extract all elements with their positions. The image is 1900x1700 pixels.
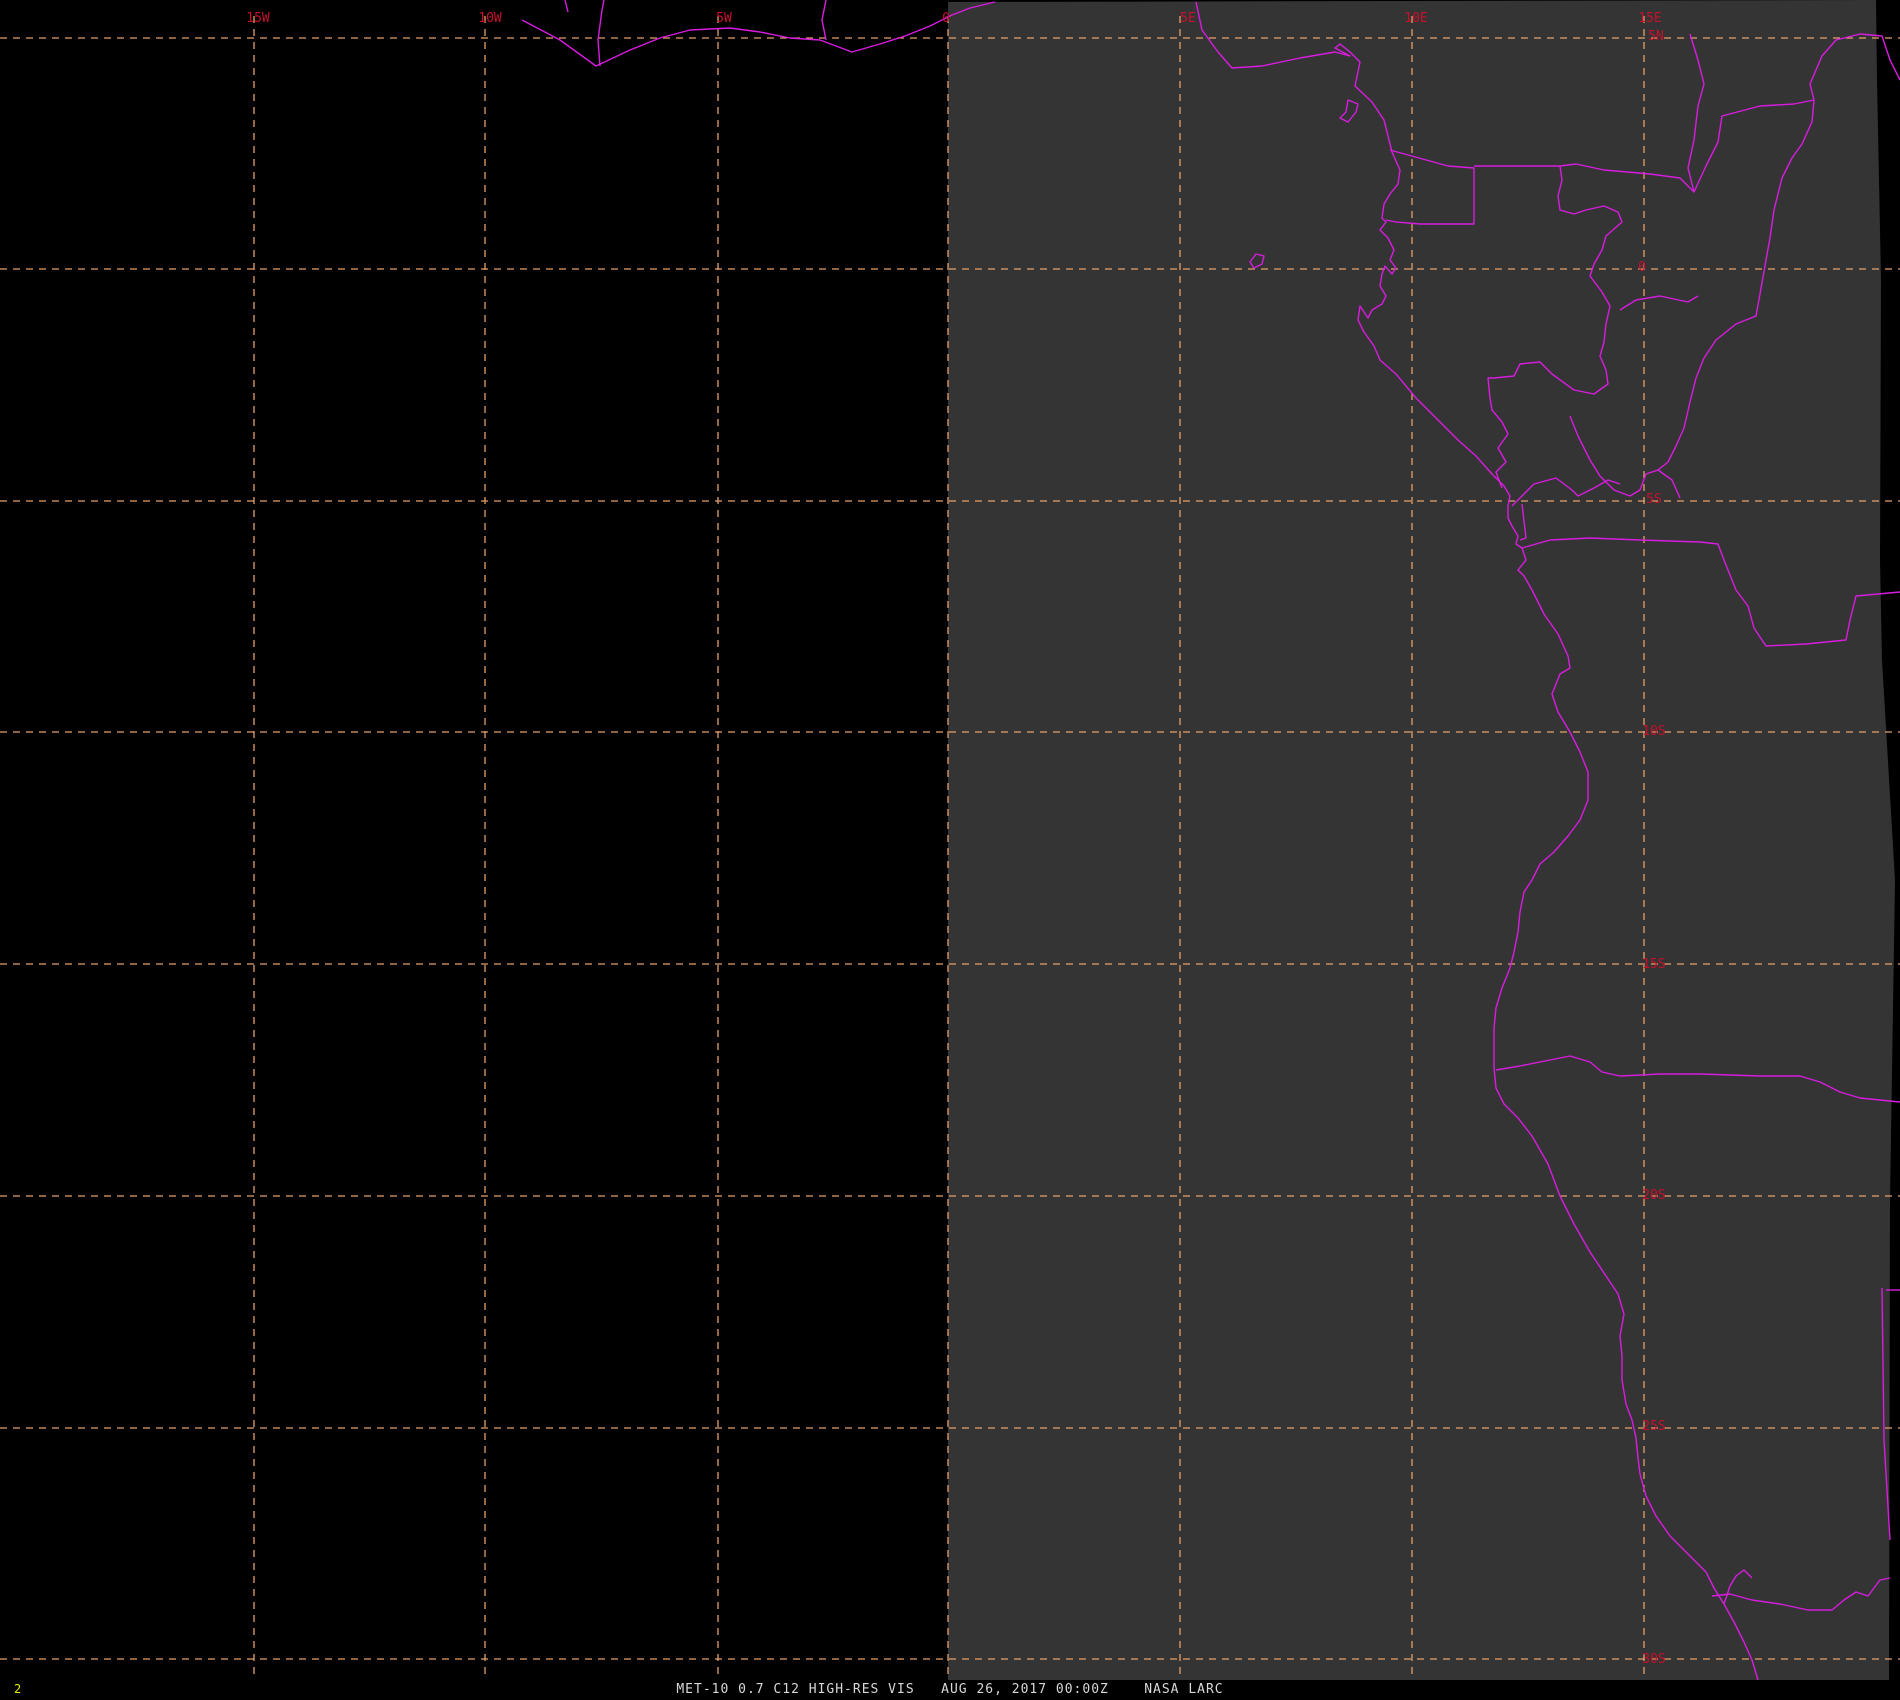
latitude-label: 5N [1648,29,1664,44]
latitude-label: 10S [1642,724,1665,739]
latitude-label: 5S [1646,492,1662,507]
latitude-label: 15S [1642,957,1665,972]
latitude-label: 0 [1638,260,1646,275]
image-datetime: AUG 26, 2017 00:00Z [941,1682,1109,1697]
latitude-label: 20S [1642,1188,1665,1203]
image-caption: MET-10 0.7 C12 HIGH-RES VIS AUG 26, 2017… [0,1682,1900,1697]
latitude-label: 30S [1642,1652,1665,1667]
longitude-label: 5E [1180,11,1196,26]
data-source: NASA LARC [1144,1682,1224,1697]
product-name: MET-10 0.7 C12 HIGH-RES VIS [676,1682,915,1697]
latitude-label: 25S [1642,1419,1665,1434]
longitude-label: 15W [246,11,270,26]
longitude-label: 0 [942,11,950,26]
longitude-label: 15E [1638,11,1661,26]
longitude-label: 10W [478,11,502,26]
longitude-label: 5W [716,11,732,26]
satellite-map[interactable]: 15W 10W 5W 0 5E 10E 15E 5N 0 5S 10S 15S 20S 25S 30S [0,0,1900,1700]
satellite-image-area [948,0,1895,1690]
longitude-label: 10E [1404,11,1427,26]
